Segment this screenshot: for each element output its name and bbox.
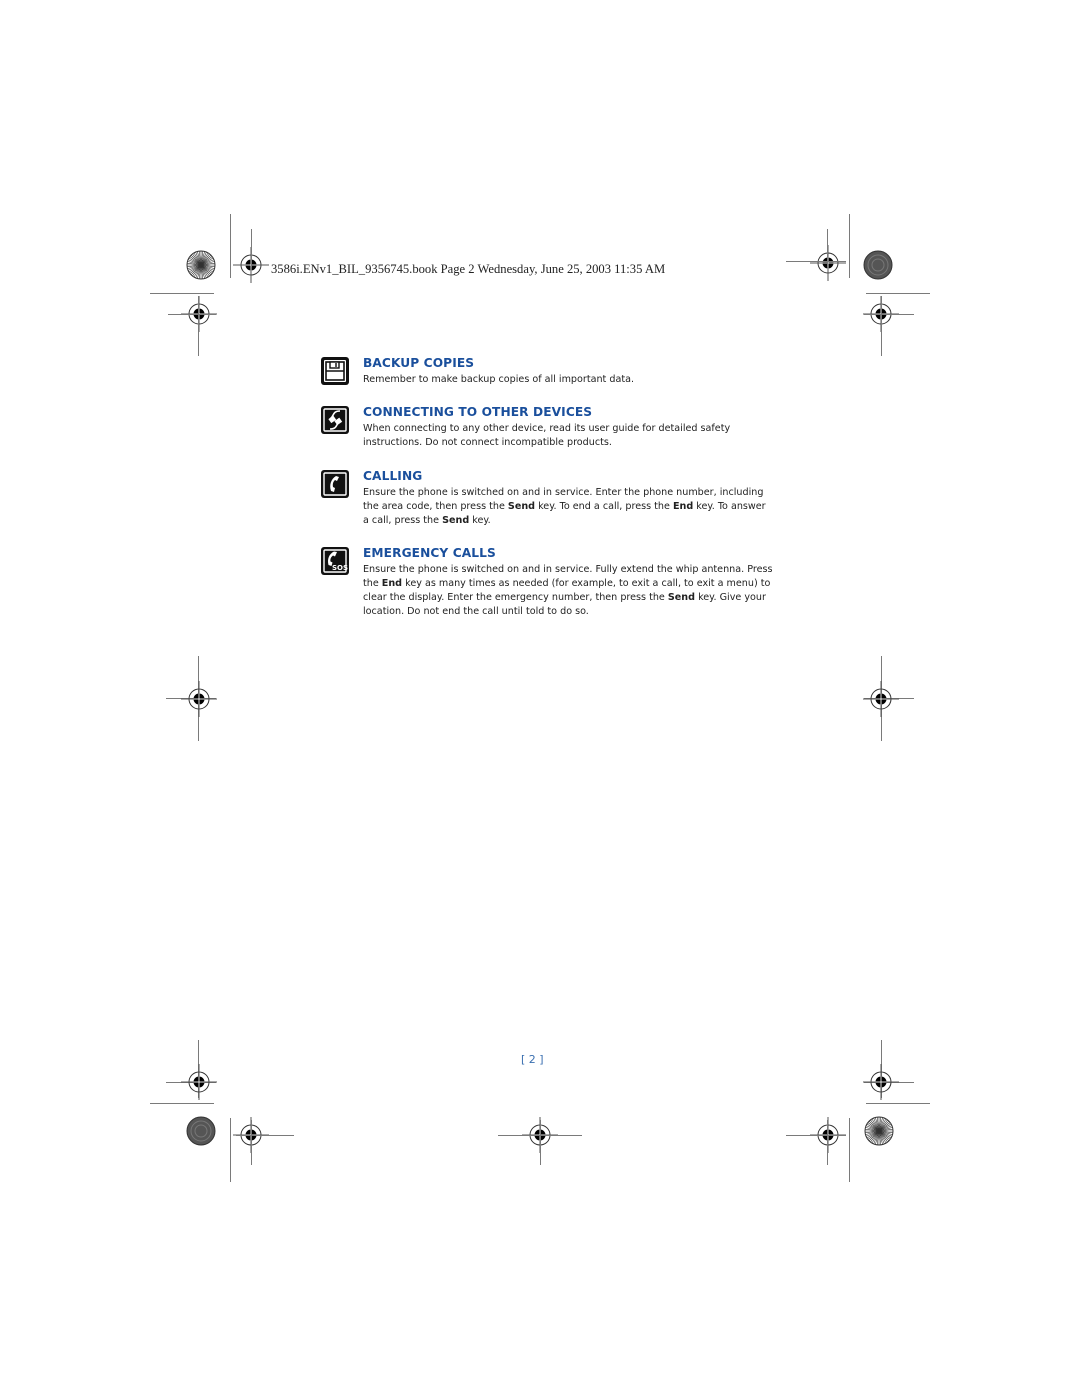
body-text: key. To end a call, press the — [535, 501, 673, 512]
floppy-disk-icon — [320, 356, 350, 386]
crop-line — [150, 1103, 214, 1104]
safety-section-emergency-calls: SOS EMERGENCY CALLS Ensure the phone is … — [320, 546, 780, 622]
key-name: Send — [667, 592, 696, 603]
crop-line — [786, 1135, 846, 1136]
crop-line — [198, 296, 199, 356]
crop-line — [236, 1135, 294, 1136]
sos-phone-icon: SOS — [320, 546, 350, 576]
registration-mark-icon — [181, 1064, 217, 1100]
key-name: Send — [442, 515, 470, 526]
section-body: Ensure the phone is switched on and in s… — [363, 563, 773, 619]
page-number: [ 2 ] — [521, 1053, 544, 1066]
section-title: CALLING — [363, 469, 423, 483]
crop-line — [168, 314, 216, 315]
crop-line — [866, 293, 930, 294]
print-header-slug: 3586i.ENv1_BIL_9356745.book Page 2 Wedne… — [271, 262, 666, 276]
phone-handset-icon — [320, 469, 350, 499]
color-bar-disc-icon — [186, 250, 216, 280]
key-name: End — [381, 578, 403, 589]
crop-line — [150, 293, 214, 294]
section-body: When connecting to any other device, rea… — [363, 422, 773, 450]
safety-section-backup-copies: BACKUP COPIES Remember to make backup co… — [320, 356, 780, 390]
color-bar-disc-icon — [863, 250, 893, 280]
svg-text:SOS: SOS — [332, 564, 348, 572]
key-name: End — [672, 501, 694, 512]
crop-line — [540, 1120, 541, 1165]
crop-line — [251, 229, 252, 267]
registration-mark-icon — [863, 681, 899, 717]
body-text: Remember to make backup copies of all im… — [363, 374, 635, 385]
safety-section-calling: CALLING Ensure the phone is switched on … — [320, 469, 780, 531]
crop-line — [849, 1118, 850, 1182]
crop-line — [881, 296, 882, 356]
body-text: key. — [469, 515, 491, 526]
safety-section-connecting-devices: CONNECTING TO OTHER DEVICES When connect… — [320, 405, 780, 453]
crop-line — [866, 1103, 930, 1104]
color-bar-disc-icon — [186, 1116, 216, 1146]
color-bar-disc-icon — [864, 1116, 894, 1146]
crop-line — [230, 214, 231, 278]
plug-connector-icon — [320, 405, 350, 435]
crop-line — [251, 1120, 252, 1165]
section-title: EMERGENCY CALLS — [363, 546, 496, 560]
crop-line — [230, 1118, 231, 1182]
registration-mark-icon — [863, 1064, 899, 1100]
section-title: CONNECTING TO OTHER DEVICES — [363, 405, 593, 419]
body-text: When connecting to any other device, rea… — [363, 423, 731, 448]
section-body: Ensure the phone is switched on and in s… — [363, 486, 773, 528]
crop-line — [786, 261, 846, 262]
crop-line — [849, 214, 850, 278]
crop-line — [827, 229, 828, 267]
registration-mark-icon — [810, 245, 846, 281]
key-name: Send — [507, 501, 536, 512]
section-body: Remember to make backup copies of all im… — [363, 373, 773, 387]
registration-mark-icon — [181, 681, 217, 717]
crop-line — [864, 314, 914, 315]
section-title: BACKUP COPIES — [363, 356, 475, 370]
crop-line — [827, 1120, 828, 1165]
